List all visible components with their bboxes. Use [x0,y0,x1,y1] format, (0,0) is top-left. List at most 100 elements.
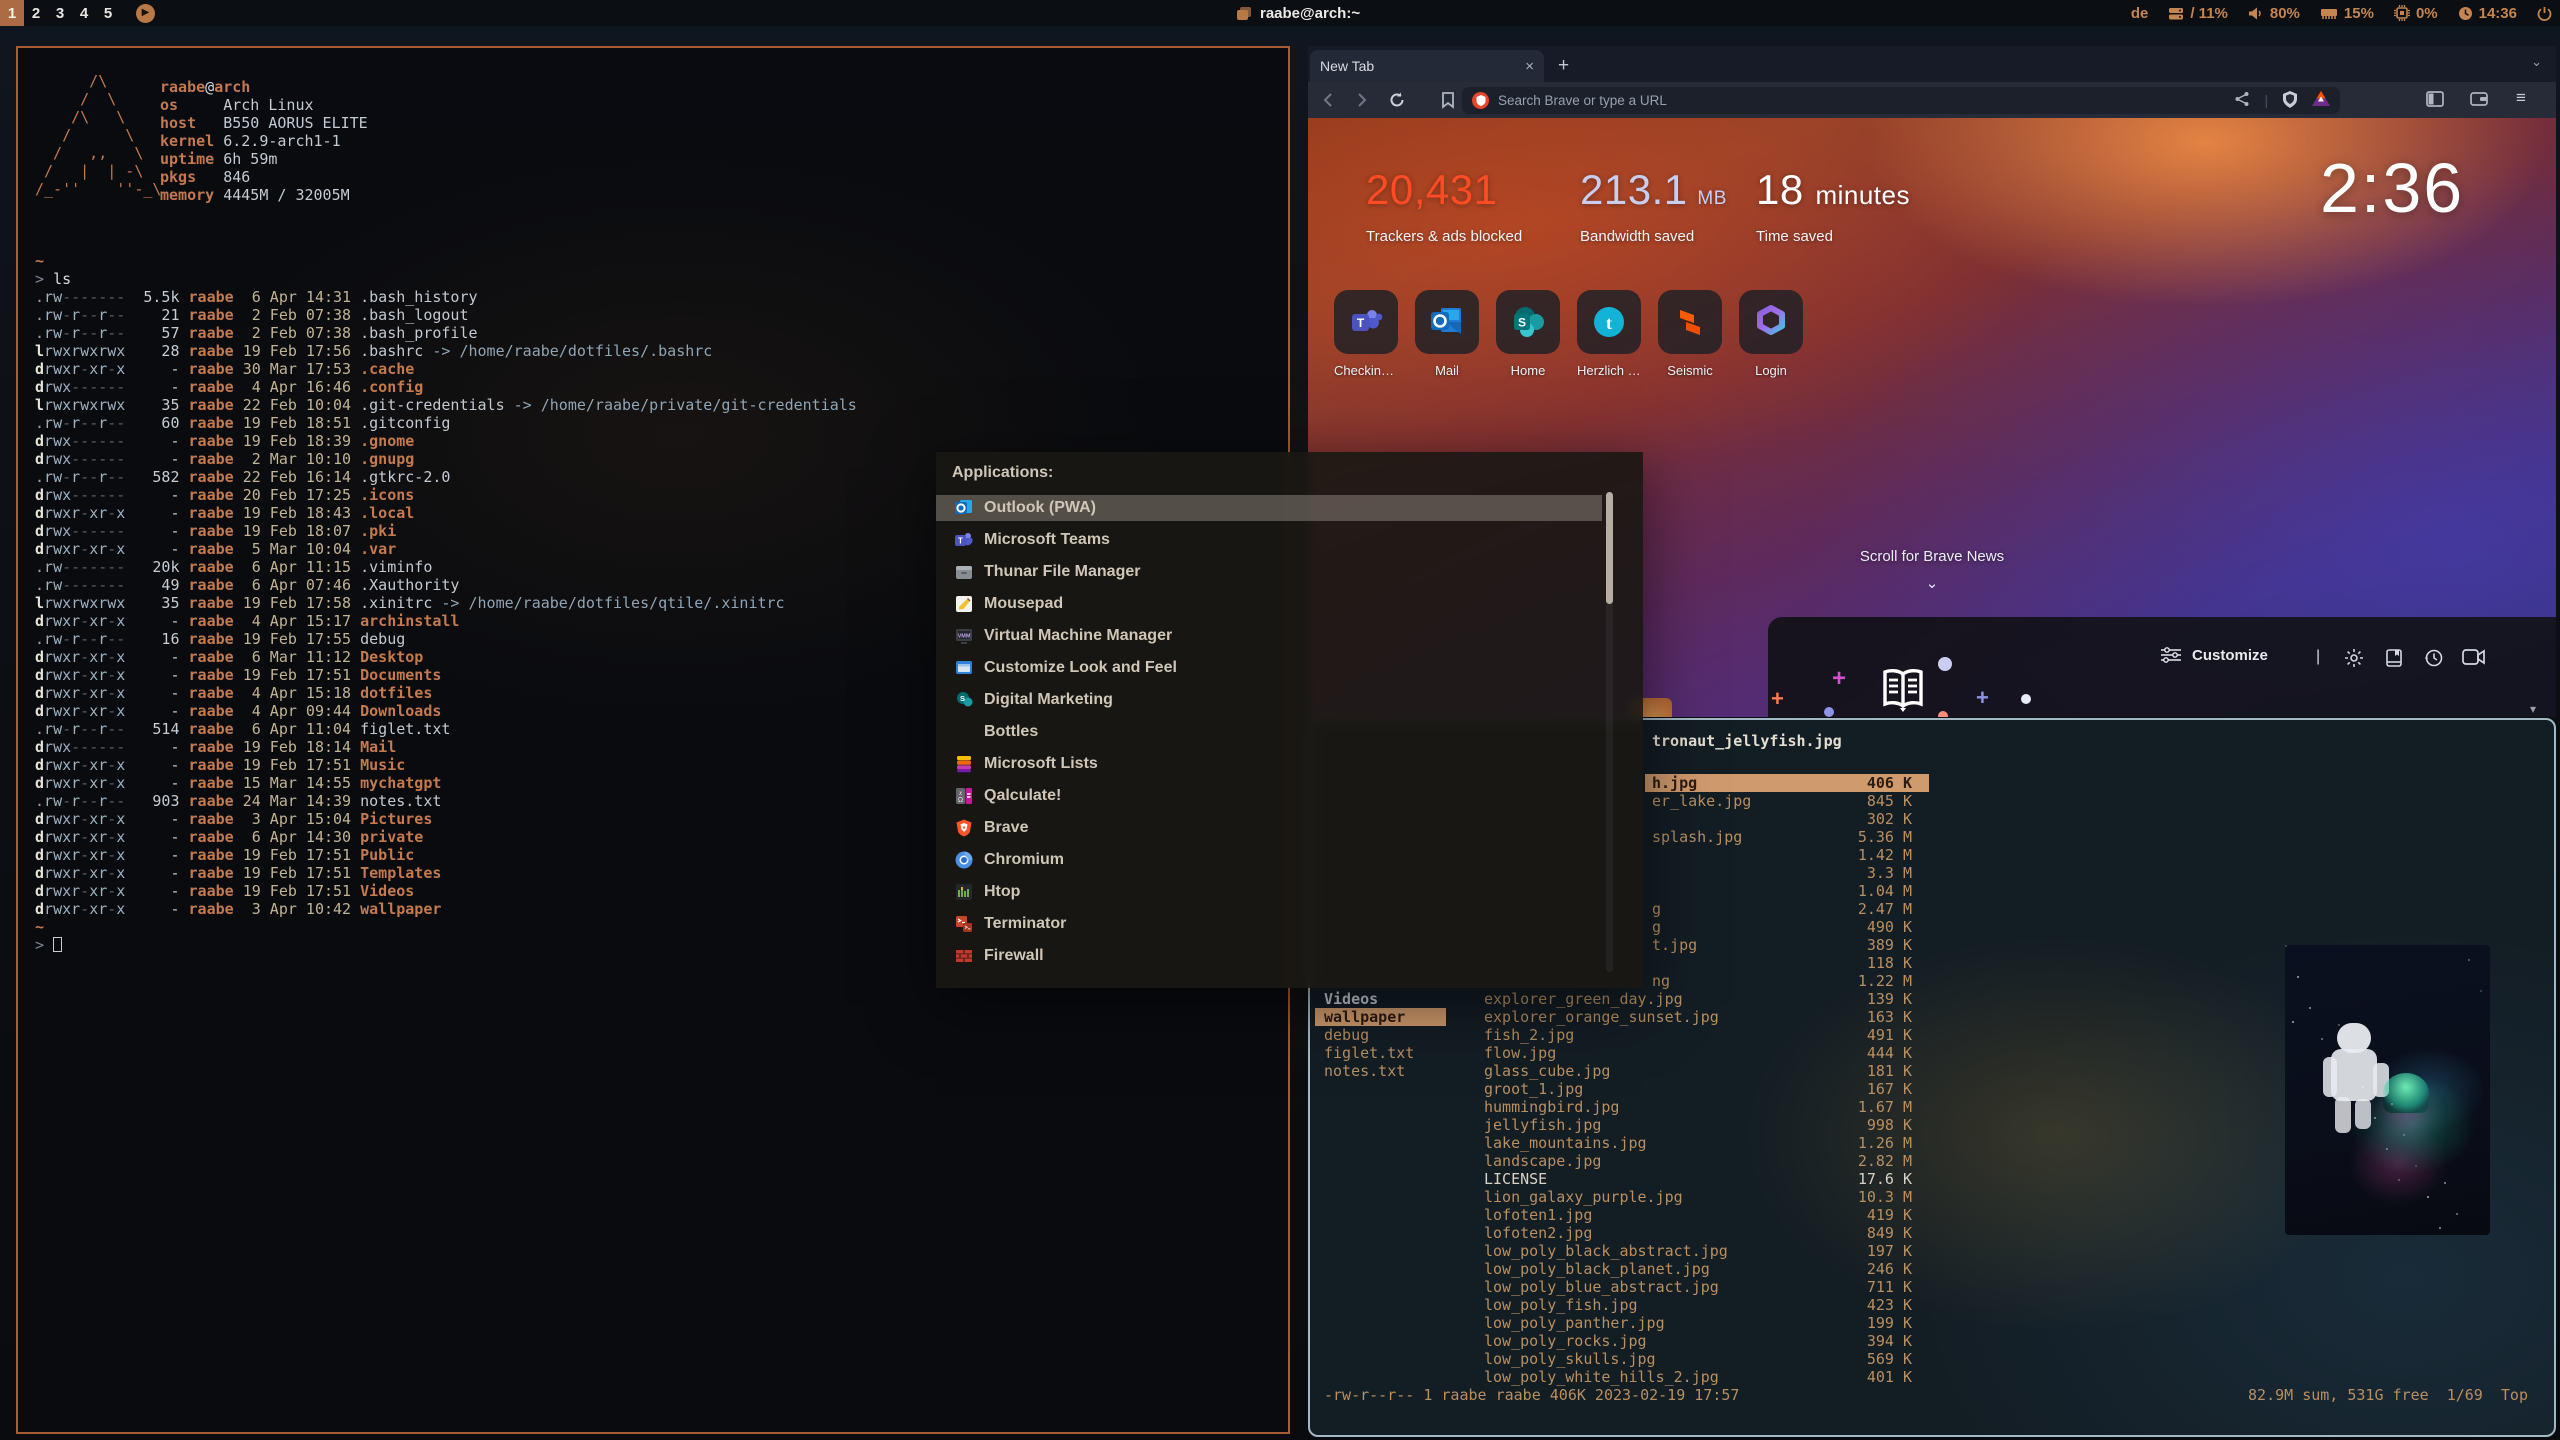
bookmarks-book-icon[interactable] [2384,648,2404,673]
bookmark-icon[interactable] [1440,91,1456,114]
menu-item-mousepad[interactable]: Mousepad [936,588,1643,620]
shortcut-tumblr-icon[interactable]: tHerzlich will… [1577,290,1641,378]
menu-item-htop[interactable]: Htop [936,876,1643,908]
status-power-icon[interactable] [2537,6,2552,21]
tab-close-icon[interactable]: × [1525,58,1534,75]
fm-file-size: 998 K [1822,1116,1912,1134]
wallet-icon[interactable] [2470,91,2488,112]
menu-item-outlook-pwa-[interactable]: Outlook (PWA) [936,492,1643,524]
status-disk-icon[interactable]: / 11% [2168,5,2228,22]
reload-icon[interactable] [1388,91,1406,114]
tab-search-chevron-icon[interactable]: ⌄ [2531,54,2542,70]
fm-file-name: low_poly_panther.jpg [1484,1314,1665,1332]
fm-file-row[interactable]: lofoten1.jpg419 K [1310,1206,2554,1224]
fm-file-row[interactable]: groot_1.jpg167 K [1310,1080,2554,1098]
status-keyboard-layout[interactable]: de [2131,5,2149,22]
shortcut-label: Login [1739,363,1803,378]
fm-file-row[interactable]: low_poly_black_planet.jpg246 K [1310,1260,2554,1278]
fm-file-row[interactable]: jellyfish.jpg998 K [1310,1116,2554,1134]
fm-file-row[interactable]: low_poly_black_abstract.jpg197 K [1310,1242,2554,1260]
menu-item-firewall[interactable]: Firewall [936,940,1643,972]
fm-file-row[interactable]: LICENSE17.6 K [1310,1170,2554,1188]
shortcut-tiles: TChecking y… Mail SHome tHerzlich will… Seis… [1334,290,1803,378]
brave-shields-icon[interactable] [2282,91,2298,111]
status-volume-icon[interactable]: 80% [2248,5,2300,22]
menu-item-terminator[interactable]: Terminator [936,908,1643,940]
workspace-1[interactable]: 1 [0,0,24,26]
shortcut-m365-icon[interactable]: Login [1739,290,1803,378]
share-icon[interactable] [2234,91,2250,110]
fm-file-row[interactable]: low_poly_rocks.jpg394 K [1310,1332,2554,1350]
fm-file-row[interactable]: glass_cube.jpg181 K [1310,1062,2554,1080]
menu-item-qalculate-[interactable]: xΩQalculate! [936,780,1643,812]
arch-launcher-icon[interactable]: ▶ [136,4,155,23]
terminal-ls-row: drwxr-xr-x - raabe 19 Feb 17:51 Template… [35,864,857,882]
workspace-2[interactable]: 2 [24,0,48,26]
fm-file-row[interactable]: low_poly_blue_abstract.jpg711 K [1310,1278,2554,1296]
sidebar-panel-icon[interactable] [2426,91,2444,112]
fm-file-row[interactable]: landscape.jpg2.82 M [1310,1152,2554,1170]
disk-icon [2168,6,2184,21]
address-bar[interactable]: Search Brave or type a URL | [1462,87,2340,114]
fm-file-row[interactable]: lofoten2.jpg849 K [1310,1224,2554,1242]
application-launcher-menu[interactable]: Applications: Outlook (PWA)TMicrosoft Te… [936,452,1643,988]
fm-file-row[interactable]: low_poly_white_hills_2.jpg401 K [1310,1368,2554,1386]
workspace-4[interactable]: 4 [72,0,96,26]
decor-plus-icon: + [1771,686,1784,712]
status-memory-icon[interactable]: 15% [2320,5,2374,22]
forward-icon[interactable] [1352,91,1370,114]
menu-item-thunar-file-manager[interactable]: Thunar File Manager [936,556,1643,588]
fm-file-row[interactable]: fish_2.jpg491 K [1310,1026,2554,1044]
workspace-3[interactable]: 3 [48,0,72,26]
menu-item-digital-marketing[interactable]: SDigital Marketing [936,684,1643,716]
menu-item-label: Digital Marketing [984,691,1113,709]
bat-rewards-icon[interactable] [2312,91,2330,110]
shortcut-sharepoint-icon[interactable]: SHome [1496,290,1560,378]
menu-item-brave[interactable]: Brave [936,812,1643,844]
shortcut-seismic-icon[interactable]: Seismic [1658,290,1722,378]
terminal-ls-row: .rw-r--r-- 903 raabe 24 Mar 14:39 notes.… [35,792,857,810]
fm-file-name: g [1652,900,1661,918]
browser-tab[interactable]: New Tab × [1310,50,1544,82]
menu-item-virtual-machine-manager[interactable]: VMMVirtual Machine Manager [936,620,1643,652]
fm-file-row[interactable]: low_poly_fish.jpg423 K [1310,1296,2554,1314]
fm-file-row[interactable]: low_poly_panther.jpg199 K [1310,1314,2554,1332]
shortcut-teams-icon[interactable]: TChecking y… [1334,290,1398,378]
menu-item-microsoft-teams[interactable]: TMicrosoft Teams [936,524,1643,556]
fm-file-row[interactable]: low_poly_skulls.jpg569 K [1310,1350,2554,1368]
back-icon[interactable] [1320,91,1338,114]
fm-status-fileinfo: -rw-r--r-- 1 raabe raabe 406K 2023-02-19… [1324,1386,1739,1404]
fm-file-row[interactable]: flow.jpg444 K [1310,1044,2554,1062]
fm-file-row[interactable]: explorer_green_day.jpg139 K [1310,990,2554,1008]
fm-file-row[interactable]: lake_mountains.jpg1.26 M [1310,1134,2554,1152]
status-clock-icon[interactable]: 14:36 [2458,5,2517,22]
terminal-ls-row: drwxr-xr-x - raabe 6 Apr 14:30 private [35,828,857,846]
qtile-status-bar: 12345 ▶ raabe@arch:~ de/ 11%80%15%0%14:3… [0,0,2560,26]
terminal-ls-row: drwx------ - raabe 19 Feb 18:39 .gnome [35,432,857,450]
menu-scrollbar-thumb[interactable] [1606,492,1613,604]
menu-item-customize-look-and-feel[interactable]: Customize Look and Feel [936,652,1643,684]
menu-item-bottles[interactable]: Bottles [936,716,1643,748]
fm-file-row[interactable]: lion_galaxy_purple.jpg10.3 M [1310,1188,2554,1206]
menu-hamburger-icon[interactable]: ≡ [2516,88,2526,108]
scrollbar-arrow-icon[interactable]: ▾ [2530,702,2536,716]
camera-icon[interactable] [2462,648,2486,671]
svg-text:T: T [1357,316,1365,330]
fm-file-size: 444 K [1822,1044,1912,1062]
status-cpu-icon[interactable]: 0% [2394,5,2438,22]
fm-file-row[interactable]: hummingbird.jpg1.67 M [1310,1098,2554,1116]
fm-file-row[interactable]: explorer_orange_sunset.jpg163 K [1310,1008,2554,1026]
shortcut-outlook-icon[interactable]: Mail [1415,290,1479,378]
new-tab-button[interactable]: + [1558,50,1569,82]
fm-file-name: fish_2.jpg [1484,1026,1574,1044]
mousepad-icon [954,594,974,614]
svg-text:t: t [1606,313,1612,333]
htop-icon [954,882,974,902]
terminal-ls-row: drwx------ - raabe 4 Apr 16:46 .config [35,378,857,396]
menu-item-microsoft-lists[interactable]: Microsoft Lists [936,748,1643,780]
history-icon[interactable] [2424,648,2444,673]
menu-item-chromium[interactable]: Chromium [936,844,1643,876]
workspace-5[interactable]: 5 [96,0,120,26]
customize-button[interactable]: Customize [2160,646,2268,664]
settings-gear-icon[interactable] [2344,648,2364,673]
